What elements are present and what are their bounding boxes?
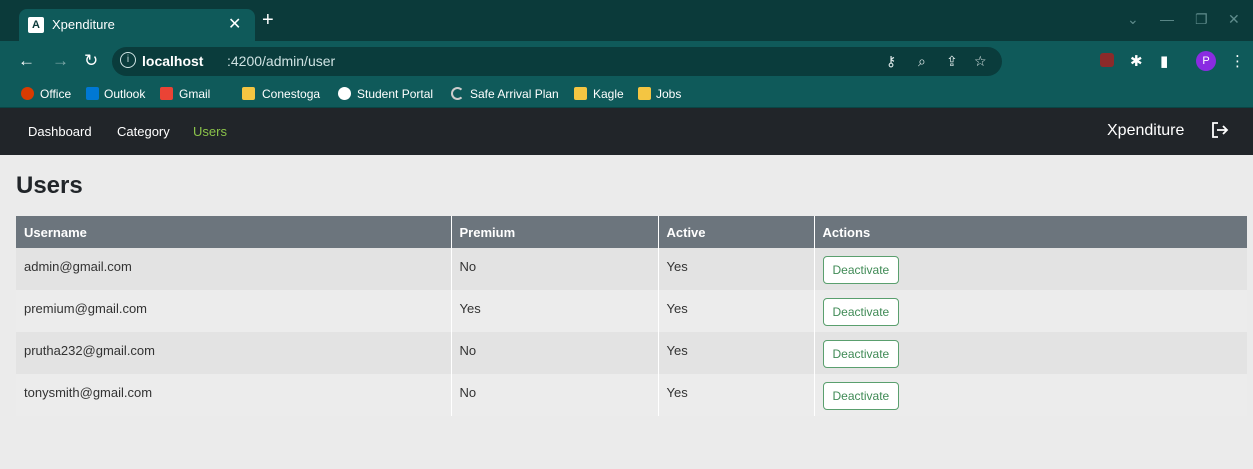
bookmark-safe-arrival-plan[interactable]: Safe Arrival Plan — [470, 87, 559, 101]
folder-icon — [638, 87, 651, 100]
loading-icon — [451, 87, 464, 100]
minimize-icon[interactable]: — — [1160, 11, 1174, 27]
key-icon[interactable]: ⚷ — [886, 53, 896, 70]
logout-icon[interactable] — [1210, 120, 1230, 140]
tab-strip: A Xpenditure ✕ + ⌄ — ❐ ✕ — [0, 0, 1253, 41]
brand-name[interactable]: Xpenditure — [1107, 122, 1184, 140]
forward-icon[interactable]: → — [52, 51, 69, 71]
globe-icon — [338, 87, 351, 100]
gmail-icon — [160, 87, 173, 100]
folder-icon — [574, 87, 587, 100]
zoom-icon[interactable]: ⌕ — [918, 53, 926, 70]
bookmark-kagle[interactable]: Kagle — [593, 87, 624, 101]
cell-active: Yes — [658, 290, 815, 332]
cell-premium: No — [451, 248, 659, 290]
bookmark-jobs[interactable]: Jobs — [656, 87, 681, 101]
column-header-username: Username — [16, 216, 452, 248]
cell-active: Yes — [658, 332, 815, 374]
deactivate-button[interactable]: Deactivate — [822, 382, 900, 410]
tab-title: Xpenditure — [52, 17, 115, 32]
new-tab-icon[interactable]: + — [262, 10, 274, 30]
deactivate-button[interactable]: Deactivate — [822, 340, 900, 368]
profile-avatar[interactable]: P — [1196, 51, 1216, 71]
browser-toolbar: ← → ↻ i localhost :4200/admin/user ⚷ ⌕ ⇪… — [0, 41, 1253, 81]
cell-premium: No — [451, 374, 659, 416]
cell-premium: Yes — [451, 290, 659, 332]
menu-kebab-icon[interactable]: ⋮ — [1230, 52, 1245, 70]
cell-active: Yes — [658, 374, 815, 416]
browser-tab[interactable]: A Xpenditure ✕ — [19, 9, 255, 41]
address-bar[interactable]: i localhost :4200/admin/user ⚷ ⌕ ⇪ ☆ — [112, 47, 1002, 76]
column-header-actions: Actions — [814, 216, 1247, 248]
nav-category[interactable]: Category — [117, 124, 170, 139]
bookmark-student-portal[interactable]: Student Portal — [357, 87, 433, 101]
cell-username: tonysmith@gmail.com — [16, 374, 452, 416]
angular-icon: A — [28, 17, 44, 33]
tab-search-icon[interactable]: ⌄ — [1127, 11, 1139, 28]
cell-username: prutha232@gmail.com — [16, 332, 452, 374]
bookmark-outlook[interactable]: Outlook — [104, 87, 145, 101]
users-table: Username Premium Active Actions admin@gm… — [16, 216, 1247, 416]
back-icon[interactable]: ← — [18, 51, 35, 71]
bookmark-gmail[interactable]: Gmail — [179, 87, 210, 101]
site-info-icon[interactable]: i — [120, 52, 136, 68]
bookmark-office[interactable]: Office — [40, 87, 71, 101]
cell-actions: Deactivate — [814, 290, 1247, 332]
bookmark-star-icon[interactable]: ☆ — [974, 53, 987, 70]
app-navbar: Dashboard Category Users Xpenditure — [0, 108, 1253, 155]
cell-active: Yes — [658, 248, 815, 290]
table-header-row: Username Premium Active Actions — [16, 216, 1247, 248]
nav-users[interactable]: Users — [193, 124, 227, 139]
extension-icon[interactable] — [1100, 53, 1114, 67]
share-icon[interactable]: ⇪ — [946, 53, 958, 70]
cell-actions: Deactivate — [814, 332, 1247, 374]
restore-icon[interactable]: ❐ — [1195, 11, 1208, 28]
cell-actions: Deactivate — [814, 248, 1247, 290]
reload-icon[interactable]: ↻ — [84, 51, 98, 71]
url-path: :4200/admin/user — [227, 53, 336, 69]
table-row: prutha232@gmail.com No Yes Deactivate — [16, 332, 1247, 374]
close-tab-icon[interactable]: ✕ — [228, 14, 241, 34]
cell-actions: Deactivate — [814, 374, 1247, 416]
close-window-icon[interactable]: ✕ — [1228, 11, 1240, 28]
deactivate-button[interactable]: Deactivate — [822, 298, 900, 326]
url-host: localhost — [142, 53, 204, 69]
table-row: tonysmith@gmail.com No Yes Deactivate — [16, 374, 1247, 416]
folder-icon — [242, 87, 255, 100]
cell-username: admin@gmail.com — [16, 248, 452, 290]
column-header-premium: Premium — [451, 216, 659, 248]
extensions-puzzle-icon[interactable]: ✱ — [1130, 52, 1143, 70]
column-header-active: Active — [658, 216, 815, 248]
table-row: admin@gmail.com No Yes Deactivate — [16, 248, 1247, 290]
deactivate-button[interactable]: Deactivate — [822, 256, 900, 284]
cell-premium: No — [451, 332, 659, 374]
nav-dashboard[interactable]: Dashboard — [28, 124, 92, 139]
side-panel-icon[interactable]: ▮ — [1160, 52, 1168, 70]
bookmark-conestoga[interactable]: Conestoga — [262, 87, 320, 101]
office-icon — [21, 87, 34, 100]
outlook-icon — [86, 87, 99, 100]
table-row: premium@gmail.com Yes Yes Deactivate — [16, 290, 1247, 332]
page-title: Users — [16, 172, 83, 199]
bookmarks-bar: Office Outlook Gmail Conestoga Student P… — [0, 81, 1253, 108]
cell-username: premium@gmail.com — [16, 290, 452, 332]
